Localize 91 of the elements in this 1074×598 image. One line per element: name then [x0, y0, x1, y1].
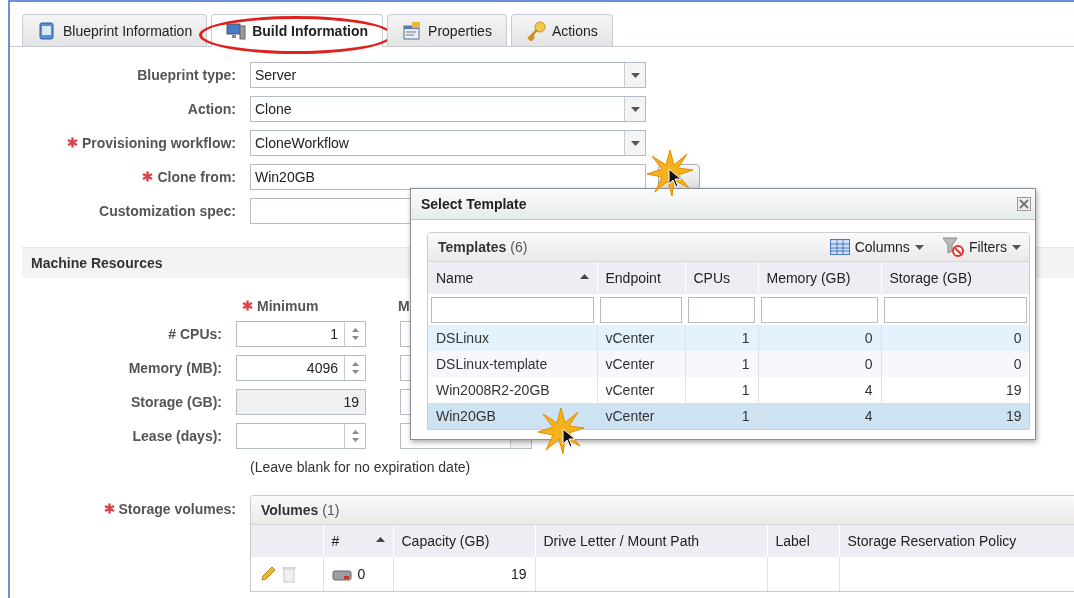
column-header[interactable]: Storage Reservation Policy [839, 525, 1074, 557]
arrow-down-icon[interactable] [351, 438, 359, 442]
table-cell: 1 [741, 382, 750, 398]
field-label: Storage (GB): [130, 394, 222, 410]
spinner-field[interactable]: 1 [236, 321, 366, 347]
table-cell: 0 [1013, 330, 1022, 346]
filter-field[interactable] [761, 296, 878, 323]
table-cell: DSLinux-template [436, 356, 548, 372]
arrow-up-icon[interactable] [351, 362, 359, 366]
filter-field[interactable] [884, 296, 1027, 323]
arrow-up-icon[interactable] [351, 430, 359, 434]
columns-icon [829, 239, 850, 255]
column-header[interactable]: CPUs [685, 262, 758, 294]
field-label: Blueprint type: [136, 67, 236, 83]
table-cell: 19 [1005, 408, 1022, 424]
column-header[interactable]: Memory (GB) [758, 262, 881, 294]
table-cell: 0 [1013, 356, 1022, 372]
arrow-down-icon[interactable] [351, 336, 359, 340]
table-cell: Win20GB [436, 408, 496, 424]
table-cell: 1 [741, 408, 750, 424]
table-row[interactable]: DSLinux-template vCenter 1 0 0 [428, 351, 1029, 377]
key-icon [525, 20, 546, 41]
pencil-icon[interactable] [259, 565, 277, 584]
table-cell: 0 [864, 356, 873, 372]
table-cell: vCenter [605, 382, 655, 398]
table-cell: 4 [864, 408, 873, 424]
table-cell: 0 [864, 330, 873, 346]
column-header: M [398, 298, 410, 314]
close-icon[interactable] [1017, 197, 1031, 211]
starburst-icon [647, 150, 693, 196]
tab[interactable]: Properties [387, 14, 507, 46]
starburst-icon [538, 408, 584, 454]
column-header[interactable]: Capacity (GB) [393, 525, 535, 557]
caret-icon [630, 106, 640, 112]
filter-field[interactable] [688, 296, 755, 323]
caret-icon [1012, 244, 1021, 250]
table-cell: vCenter [605, 356, 655, 372]
column-header[interactable]: Endpoint [597, 262, 685, 294]
tab[interactable]: Blueprint Information [22, 14, 208, 46]
arrow-up-icon[interactable] [351, 328, 359, 332]
table-row[interactable]: Win20GB vCenter 1 4 19 [428, 403, 1029, 429]
column-header[interactable]: Drive Letter / Mount Path [535, 525, 767, 557]
field-label: Storage volumes: [10, 495, 236, 592]
grid-title: Volumes [261, 502, 319, 518]
field-label: Customization spec: [98, 203, 236, 219]
field-label: Lease (days): [131, 428, 222, 444]
column-header[interactable]: Name [428, 262, 597, 294]
funnel-icon [941, 237, 964, 257]
item-count: (1) [322, 502, 340, 518]
caret-icon [630, 72, 640, 78]
dropdown[interactable]: CloneWorkflow [250, 130, 646, 156]
table-cell: Win2008R2-20GB [436, 382, 550, 398]
input-field: 19 [236, 389, 366, 415]
table-cell: vCenter [605, 408, 655, 424]
spinner-field[interactable] [236, 423, 366, 449]
field-label: Action: [186, 101, 236, 117]
dropdown[interactable]: Clone [250, 96, 646, 122]
filter-field[interactable] [600, 296, 682, 323]
field-label: Provisioning workflow: [10, 135, 236, 151]
tab[interactable]: Build Information [211, 14, 384, 47]
menu-button[interactable]: Filters [941, 237, 1021, 257]
caret-icon [630, 140, 640, 146]
menu-button[interactable]: Columns [829, 237, 924, 257]
window-icon [402, 20, 423, 41]
dialog-title: Select Template [421, 196, 527, 212]
filter-field[interactable] [431, 296, 594, 323]
computer-icon [226, 21, 247, 41]
field-label: # CPUs: [167, 326, 222, 342]
table-cell: 4 [864, 382, 873, 398]
column-header[interactable]: Storage (GB) [881, 262, 1029, 294]
dropdown[interactable]: Server [250, 62, 646, 88]
table-cell: vCenter [605, 330, 655, 346]
tab[interactable]: Actions [510, 14, 613, 46]
table-cell: 1 [741, 356, 750, 372]
table-cell: 0 [357, 565, 366, 582]
spinner-field[interactable]: 4096 [236, 355, 366, 381]
field-label: Clone from: [10, 169, 236, 185]
field-label: Memory (MB): [127, 360, 222, 376]
table-cell: 1 [741, 330, 750, 346]
table-cell: 19 [393, 557, 535, 591]
table-cell: 19 [1005, 382, 1022, 398]
table-cell: DSLinux [436, 330, 489, 346]
table-row[interactable]: DSLinux vCenter 1 0 0 [428, 325, 1029, 351]
arrow-down-icon[interactable] [351, 370, 359, 374]
hint-text: (Leave blank for no expiration date) [250, 459, 472, 475]
column-header[interactable]: Label [767, 525, 839, 557]
document-icon [37, 20, 57, 41]
caret-icon [914, 244, 924, 250]
column-header: Minimum [242, 298, 319, 314]
input-field[interactable]: Win20GB [250, 164, 646, 190]
column-header[interactable]: # [323, 525, 393, 557]
